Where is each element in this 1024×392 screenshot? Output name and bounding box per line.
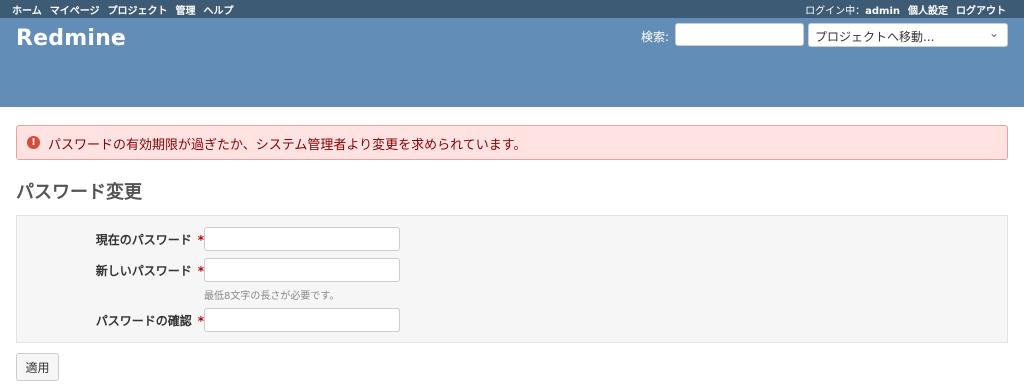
- new-password-hint: 最低8文字の長さが必要です。: [204, 291, 340, 302]
- password-form-box: 現在のパスワード * 新しいパスワード * 最低8文字の長さが必要です。 パスワード…: [16, 215, 1008, 343]
- page-title: パスワード変更: [16, 182, 142, 203]
- current-password-input[interactable]: [204, 227, 400, 251]
- search-label: 検索:: [641, 30, 670, 44]
- logged-as: ログイン中：admin: [805, 2, 900, 17]
- my-account-link[interactable]: 個人設定: [908, 2, 948, 17]
- apply-button[interactable]: 適用: [16, 353, 59, 381]
- chevron-down-icon: ⌄: [988, 26, 999, 40]
- new-password-input[interactable]: [204, 258, 400, 282]
- search-input[interactable]: [675, 23, 804, 46]
- flash-message: パスワードの有効期限が過ぎたか、システム管理者より変更を求められています。: [48, 138, 527, 153]
- project-jump-placeholder: プロジェクトへ移動...: [815, 30, 935, 44]
- top-menu-home[interactable]: ホーム: [12, 2, 42, 17]
- current-password-label: 現在のパスワード *: [96, 231, 204, 248]
- header: Redmine 検索: プロジェクトへ移動... ⌄: [0, 18, 1024, 107]
- new-password-label: 新しいパスワード *: [96, 262, 204, 279]
- confirm-password-input[interactable]: [204, 308, 400, 332]
- logged-user-link[interactable]: admin: [865, 6, 900, 17]
- flash-error: ! パスワードの有効期限が過ぎたか、システム管理者より変更を求められています。: [16, 125, 1008, 160]
- confirm-password-label-text: パスワードの確認: [95, 314, 192, 328]
- top-menu-administration[interactable]: 管理: [176, 2, 196, 17]
- site-title[interactable]: Redmine: [16, 26, 126, 51]
- top-menu-projects[interactable]: プロジェクト: [108, 2, 168, 17]
- logged-as-prefix: ログイン中：: [805, 6, 866, 17]
- new-password-label-text: 新しいパスワード: [95, 264, 192, 278]
- top-menu-help[interactable]: ヘルプ: [204, 2, 234, 17]
- top-menu: ホーム マイページ プロジェクト 管理 ヘルプ ログイン中：admin 個人設定…: [0, 0, 1024, 18]
- project-jump-select[interactable]: プロジェクトへ移動... ⌄: [808, 23, 1008, 47]
- top-menu-right: ログイン中：admin 個人設定 ログアウト: [805, 2, 1006, 17]
- error-icon: !: [27, 136, 40, 149]
- top-menu-my-page[interactable]: マイページ: [50, 2, 100, 17]
- current-password-label-text: 現在のパスワード: [95, 233, 192, 247]
- logout-link[interactable]: ログアウト: [956, 2, 1006, 17]
- top-menu-left: ホーム マイページ プロジェクト 管理 ヘルプ: [12, 2, 234, 17]
- confirm-password-label: パスワードの確認 *: [96, 312, 204, 329]
